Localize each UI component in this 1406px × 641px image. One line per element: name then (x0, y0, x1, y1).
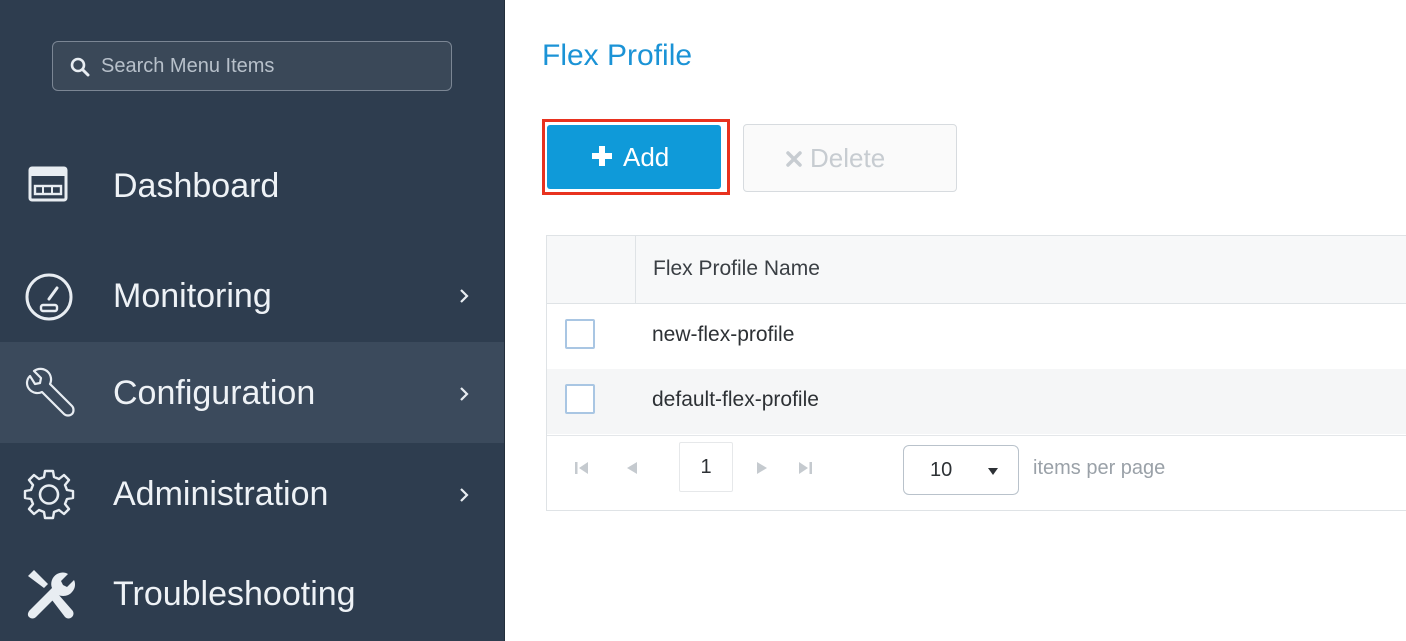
app-root: Dashboard Monitoring Configuration (0, 0, 1406, 641)
column-header-flex-profile-name[interactable]: Flex Profile Name (653, 256, 820, 282)
chevron-right-icon (460, 387, 469, 401)
page-size-value: 10 (930, 459, 953, 481)
sidebar-item-label: Troubleshooting (113, 575, 356, 613)
flex-profile-table: Flex Profile Name new-flex-profile defau… (546, 235, 1406, 511)
table-row[interactable]: new-flex-profile (547, 304, 1406, 369)
wrench-icon (25, 367, 75, 417)
table-row[interactable]: default-flex-profile (547, 369, 1406, 434)
delete-button-label: Delete (810, 143, 886, 173)
sidebar-item-monitoring[interactable]: Monitoring (0, 244, 504, 344)
dashboard-icon (28, 166, 68, 202)
sidebar-item-troubleshooting[interactable]: Troubleshooting (0, 546, 504, 641)
sidebar-item-label: Administration (113, 475, 329, 513)
plus-icon (592, 146, 612, 166)
page-title: Flex Profile (542, 39, 693, 72)
search-input[interactable] (101, 42, 441, 90)
main-content: Flex Profile Add Delete Flex Profile Nam… (505, 0, 1406, 641)
sidebar-item-administration[interactable]: Administration (0, 443, 504, 543)
sidebar-item-label: Dashboard (113, 167, 280, 205)
flex-profile-name-cell: new-flex-profile (652, 323, 795, 346)
sidebar-item-label: Configuration (113, 374, 316, 412)
close-icon (786, 151, 802, 167)
chevron-down-icon (988, 468, 998, 475)
sidebar-item-label: Monitoring (113, 277, 272, 315)
previous-page-icon[interactable] (623, 458, 641, 478)
next-page-icon[interactable] (753, 458, 771, 478)
page-size-select[interactable]: 10 (903, 445, 1019, 495)
current-page[interactable]: 1 (679, 442, 733, 492)
add-button-label: Add (623, 142, 670, 172)
row-checkbox[interactable] (565, 384, 595, 414)
delete-button[interactable]: Delete (743, 124, 957, 192)
search-icon (70, 57, 90, 77)
tools-icon (27, 570, 76, 619)
row-checkbox[interactable] (565, 319, 595, 349)
table-header: Flex Profile Name (547, 236, 1406, 304)
chevron-right-icon (460, 289, 469, 303)
column-divider (635, 236, 636, 303)
first-page-icon[interactable] (573, 458, 591, 478)
flex-profile-name-cell: default-flex-profile (652, 388, 819, 411)
gauge-icon (25, 273, 73, 321)
pagination: 1 10 items per page (547, 435, 1406, 502)
sidebar-item-configuration[interactable]: Configuration (0, 342, 504, 443)
sidebar-item-dashboard[interactable]: Dashboard (0, 135, 504, 235)
sidebar: Dashboard Monitoring Configuration (0, 0, 505, 641)
gear-icon (23, 469, 75, 520)
chevron-right-icon (460, 488, 469, 502)
last-page-icon[interactable] (796, 458, 814, 478)
add-button[interactable]: Add (547, 125, 721, 189)
search-box[interactable] (52, 41, 452, 91)
items-per-page-label: items per page (1033, 457, 1166, 479)
